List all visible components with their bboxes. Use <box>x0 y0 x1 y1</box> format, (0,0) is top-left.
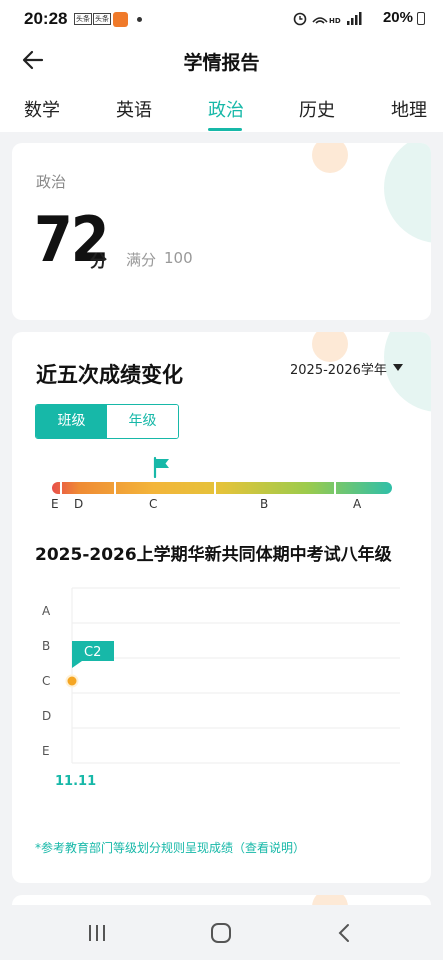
decor-circle-teal <box>384 332 431 412</box>
toggle-grade[interactable]: 年级 <box>107 405 178 438</box>
svg-text:HD: HD <box>329 17 341 25</box>
grade-divider <box>60 482 62 494</box>
grade-label-a: A <box>353 497 362 511</box>
grade-divider <box>214 482 216 494</box>
y-tick-label: A <box>42 604 51 618</box>
decor-circle-orange <box>312 143 348 173</box>
battery-icon <box>417 12 425 25</box>
footnote-text: *参考教育部门等级划分规则呈现成绩 <box>35 841 234 855</box>
year-dropdown[interactable]: 2025-2026学年 <box>290 359 387 378</box>
grade-label-b: B <box>260 497 269 511</box>
decor-circle-teal <box>384 143 431 243</box>
score-card: 政治 72 分 满分 100 <box>12 143 431 320</box>
more-notifications-icon <box>137 17 142 22</box>
active-tab-indicator <box>208 128 242 131</box>
caret-down-icon[interactable] <box>393 364 403 371</box>
grade-divider <box>114 482 116 494</box>
y-tick-label: D <box>42 709 51 723</box>
tab-geography[interactable]: 地理 <box>391 96 427 122</box>
trend-chart-svg: A B C D E 11.11 C2 <box>42 587 400 789</box>
nav-back-icon[interactable] <box>330 919 360 947</box>
y-tick-label: C <box>42 674 50 688</box>
system-nav-bar <box>0 905 443 960</box>
grade-label-e: E <box>51 497 59 511</box>
toggle-class[interactable]: 班级 <box>36 405 107 438</box>
class-grade-toggle: 班级 年级 <box>35 404 179 439</box>
trend-title: 近五次成绩变化 <box>36 363 183 387</box>
footnote: *参考教育部门等级划分规则呈现成绩（查看说明） <box>35 839 305 856</box>
page-title: 学情报告 <box>183 52 260 74</box>
recent-apps-icon[interactable] <box>82 919 112 947</box>
trend-card: 近五次成绩变化 2025-2026学年 班级 年级 E D C B A 2025… <box>12 332 431 883</box>
full-score-value: 100 <box>164 249 193 267</box>
decor-circle-orange <box>312 332 348 362</box>
battery-percent: 20% <box>382 9 413 26</box>
system-status-icons: HD <box>293 12 362 26</box>
point-data-label: C2 <box>84 645 101 660</box>
view-explanation-link[interactable]: （查看说明） <box>233 841 305 855</box>
score-unit: 分 <box>90 252 107 272</box>
trend-chart: A B C D E 11.11 C2 <box>12 572 431 832</box>
grade-label-c: C <box>149 497 158 511</box>
tab-english[interactable]: 英语 <box>116 96 152 122</box>
status-time: 20:28 <box>24 9 68 28</box>
y-tick-label: B <box>42 639 50 653</box>
subject-label: 政治 <box>36 173 67 191</box>
tab-history[interactable]: 历史 <box>299 96 335 122</box>
full-score-label: 满分 <box>126 251 157 269</box>
x-tick-label: 11.11 <box>55 774 96 789</box>
grade-scale-bar <box>52 482 392 494</box>
status-bar: 20:28 头条 头条 HD 20% <box>0 0 443 36</box>
exam-title: 2025-2026上学期华新共同体期中考试八年级 <box>35 545 392 565</box>
home-icon[interactable] <box>206 919 236 947</box>
subject-tabs: 数学 英语 政治 历史 地理 <box>0 84 443 132</box>
flag-icon <box>153 456 169 478</box>
grade-divider <box>334 482 336 494</box>
chart-point[interactable] <box>67 676 77 686</box>
app-header: 学情报告 <box>0 36 443 84</box>
tab-math[interactable]: 数学 <box>24 96 60 122</box>
notification-app-icon <box>113 12 128 27</box>
toutiao-app-icon: 头条 <box>74 13 92 25</box>
toutiao-app-icon-2: 头条 <box>93 13 111 25</box>
grade-label-d: D <box>74 497 84 511</box>
tab-politics[interactable]: 政治 <box>208 96 244 122</box>
y-tick-label: E <box>42 744 50 758</box>
